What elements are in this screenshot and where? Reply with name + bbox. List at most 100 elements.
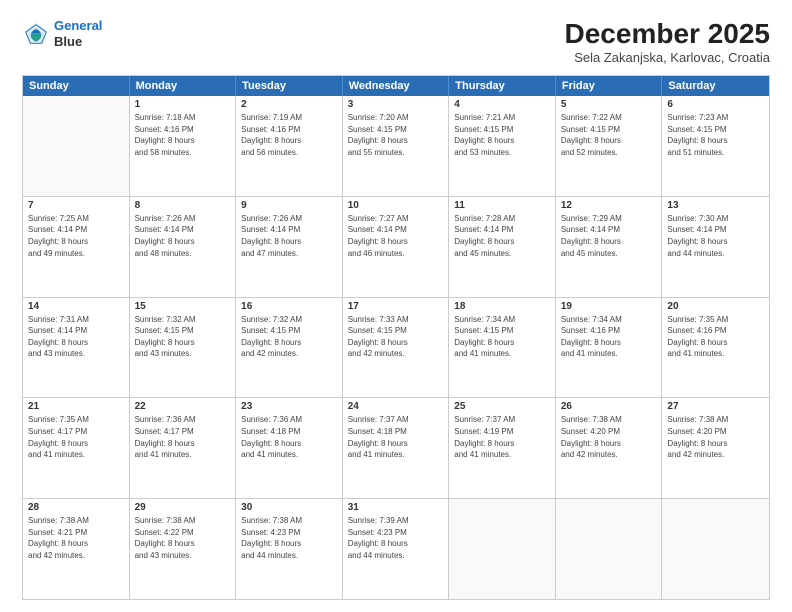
day-info: Sunrise: 7:38 AMSunset: 4:20 PMDaylight:… <box>667 414 764 460</box>
calendar-cell: 12 Sunrise: 7:29 AMSunset: 4:14 PMDayligh… <box>556 197 663 297</box>
day-info: Sunrise: 7:39 AMSunset: 4:23 PMDaylight:… <box>348 515 444 561</box>
day-number: 22 <box>135 401 231 412</box>
day-number: 18 <box>454 301 550 312</box>
day-info: Sunrise: 7:21 AMSunset: 4:15 PMDaylight:… <box>454 112 550 158</box>
day-info: Sunrise: 7:31 AMSunset: 4:14 PMDaylight:… <box>28 314 124 360</box>
calendar-cell: 23 Sunrise: 7:36 AMSunset: 4:18 PMDayligh… <box>236 398 343 498</box>
day-info: Sunrise: 7:32 AMSunset: 4:15 PMDaylight:… <box>135 314 231 360</box>
weekday-header: Saturday <box>662 76 769 96</box>
calendar-cell: 1Sunrise: 7:18 AMSunset: 4:16 PMDaylight… <box>130 96 237 196</box>
day-info: Sunrise: 7:30 AMSunset: 4:14 PMDaylight:… <box>667 213 764 259</box>
weekday-header: Thursday <box>449 76 556 96</box>
day-number: 30 <box>241 502 337 513</box>
day-number: 23 <box>241 401 337 412</box>
day-number: 27 <box>667 401 764 412</box>
day-number: 25 <box>454 401 550 412</box>
day-info: Sunrise: 7:25 AMSunset: 4:14 PMDaylight:… <box>28 213 124 259</box>
logo-line2: Blue <box>54 34 102 50</box>
calendar-cell: 28 Sunrise: 7:38 AMSunset: 4:21 PMDayligh… <box>23 499 130 599</box>
calendar-cell <box>556 499 663 599</box>
day-number: 26 <box>561 401 657 412</box>
calendar-cell: 22 Sunrise: 7:36 AMSunset: 4:17 PMDayligh… <box>130 398 237 498</box>
calendar-cell <box>23 96 130 196</box>
day-info: Sunrise: 7:33 AMSunset: 4:15 PMDaylight:… <box>348 314 444 360</box>
day-info: Sunrise: 7:34 AMSunset: 4:15 PMDaylight:… <box>454 314 550 360</box>
day-info: Sunrise: 7:36 AMSunset: 4:17 PMDaylight:… <box>135 414 231 460</box>
calendar-cell: 9Sunrise: 7:26 AMSunset: 4:14 PMDaylight… <box>236 197 343 297</box>
calendar-cell: 6 Sunrise: 7:23 AMSunset: 4:15 PMDaylight… <box>662 96 769 196</box>
day-number: 6 <box>667 99 764 110</box>
calendar-cell <box>662 499 769 599</box>
calendar-cell: 16 Sunrise: 7:32 AMSunset: 4:15 PMDayligh… <box>236 298 343 398</box>
day-number: 20 <box>667 301 764 312</box>
calendar-cell <box>449 499 556 599</box>
weekday-header: Sunday <box>23 76 130 96</box>
day-number: 2 <box>241 99 337 110</box>
calendar-cell: 30 Sunrise: 7:38 AMSunset: 4:23 PMDayligh… <box>236 499 343 599</box>
day-number: 13 <box>667 200 764 211</box>
day-info: Sunrise: 7:26 AMSunset: 4:14 PMDaylight:… <box>241 213 337 259</box>
title-block: December 2025 Sela Zakanjska, Karlovac, … <box>565 18 770 65</box>
page: General Blue December 2025 Sela Zakanjsk… <box>0 0 792 612</box>
day-info: Sunrise: 7:22 AMSunset: 4:15 PMDaylight:… <box>561 112 657 158</box>
calendar-cell: 18 Sunrise: 7:34 AMSunset: 4:15 PMDayligh… <box>449 298 556 398</box>
day-info: Sunrise: 7:38 AMSunset: 4:23 PMDaylight:… <box>241 515 337 561</box>
day-number: 14 <box>28 301 124 312</box>
calendar-cell: 7 Sunrise: 7:25 AMSunset: 4:14 PMDaylight… <box>23 197 130 297</box>
day-number: 28 <box>28 502 124 513</box>
day-number: 10 <box>348 200 444 211</box>
calendar-row: 1Sunrise: 7:18 AMSunset: 4:16 PMDaylight… <box>23 96 769 196</box>
day-number: 8 <box>135 200 231 211</box>
calendar-cell: 10Sunrise: 7:27 AMSunset: 4:14 PMDayligh… <box>343 197 450 297</box>
weekday-header: Tuesday <box>236 76 343 96</box>
calendar-cell: 24 Sunrise: 7:37 AMSunset: 4:18 PMDayligh… <box>343 398 450 498</box>
calendar-body: 1Sunrise: 7:18 AMSunset: 4:16 PMDaylight… <box>23 96 769 599</box>
day-number: 21 <box>28 401 124 412</box>
weekday-header: Wednesday <box>343 76 450 96</box>
day-number: 11 <box>454 200 550 211</box>
calendar-cell: 5 Sunrise: 7:22 AMSunset: 4:15 PMDaylight… <box>556 96 663 196</box>
day-info: Sunrise: 7:36 AMSunset: 4:18 PMDaylight:… <box>241 414 337 460</box>
calendar-cell: 25Sunrise: 7:37 AMSunset: 4:19 PMDayligh… <box>449 398 556 498</box>
day-info: Sunrise: 7:29 AMSunset: 4:14 PMDaylight:… <box>561 213 657 259</box>
logo-icon <box>22 20 50 48</box>
day-info: Sunrise: 7:19 AMSunset: 4:16 PMDaylight:… <box>241 112 337 158</box>
calendar-cell: 15Sunrise: 7:32 AMSunset: 4:15 PMDayligh… <box>130 298 237 398</box>
day-info: Sunrise: 7:38 AMSunset: 4:21 PMDaylight:… <box>28 515 124 561</box>
day-info: Sunrise: 7:34 AMSunset: 4:16 PMDaylight:… <box>561 314 657 360</box>
day-info: Sunrise: 7:32 AMSunset: 4:15 PMDaylight:… <box>241 314 337 360</box>
day-info: Sunrise: 7:37 AMSunset: 4:18 PMDaylight:… <box>348 414 444 460</box>
day-info: Sunrise: 7:23 AMSunset: 4:15 PMDaylight:… <box>667 112 764 158</box>
day-number: 12 <box>561 200 657 211</box>
calendar-cell: 4Sunrise: 7:21 AMSunset: 4:15 PMDaylight… <box>449 96 556 196</box>
day-info: Sunrise: 7:18 AMSunset: 4:16 PMDaylight:… <box>135 112 231 158</box>
day-info: Sunrise: 7:20 AMSunset: 4:15 PMDaylight:… <box>348 112 444 158</box>
day-info: Sunrise: 7:26 AMSunset: 4:14 PMDaylight:… <box>135 213 231 259</box>
logo: General Blue <box>22 18 102 49</box>
day-info: Sunrise: 7:28 AMSunset: 4:14 PMDaylight:… <box>454 213 550 259</box>
day-number: 16 <box>241 301 337 312</box>
day-info: Sunrise: 7:35 AMSunset: 4:16 PMDaylight:… <box>667 314 764 360</box>
day-number: 5 <box>561 99 657 110</box>
calendar-row: 21Sunrise: 7:35 AMSunset: 4:17 PMDayligh… <box>23 397 769 498</box>
calendar-cell: 29Sunrise: 7:38 AMSunset: 4:22 PMDayligh… <box>130 499 237 599</box>
header: General Blue December 2025 Sela Zakanjsk… <box>22 18 770 65</box>
calendar-cell: 26 Sunrise: 7:38 AMSunset: 4:20 PMDayligh… <box>556 398 663 498</box>
calendar-cell: 31 Sunrise: 7:39 AMSunset: 4:23 PMDayligh… <box>343 499 450 599</box>
calendar: SundayMondayTuesdayWednesdayThursdayFrid… <box>22 75 770 600</box>
day-info: Sunrise: 7:38 AMSunset: 4:20 PMDaylight:… <box>561 414 657 460</box>
day-number: 7 <box>28 200 124 211</box>
calendar-cell: 11 Sunrise: 7:28 AMSunset: 4:14 PMDayligh… <box>449 197 556 297</box>
calendar-cell: 20 Sunrise: 7:35 AMSunset: 4:16 PMDayligh… <box>662 298 769 398</box>
day-number: 3 <box>348 99 444 110</box>
calendar-cell: 3 Sunrise: 7:20 AMSunset: 4:15 PMDaylight… <box>343 96 450 196</box>
calendar-row: 28 Sunrise: 7:38 AMSunset: 4:21 PMDayligh… <box>23 498 769 599</box>
day-number: 24 <box>348 401 444 412</box>
calendar-cell: 2 Sunrise: 7:19 AMSunset: 4:16 PMDaylight… <box>236 96 343 196</box>
calendar-cell: 8 Sunrise: 7:26 AMSunset: 4:14 PMDaylight… <box>130 197 237 297</box>
day-number: 31 <box>348 502 444 513</box>
calendar-cell: 17Sunrise: 7:33 AMSunset: 4:15 PMDayligh… <box>343 298 450 398</box>
day-number: 19 <box>561 301 657 312</box>
calendar-cell: 14 Sunrise: 7:31 AMSunset: 4:14 PMDayligh… <box>23 298 130 398</box>
day-info: Sunrise: 7:38 AMSunset: 4:22 PMDaylight:… <box>135 515 231 561</box>
